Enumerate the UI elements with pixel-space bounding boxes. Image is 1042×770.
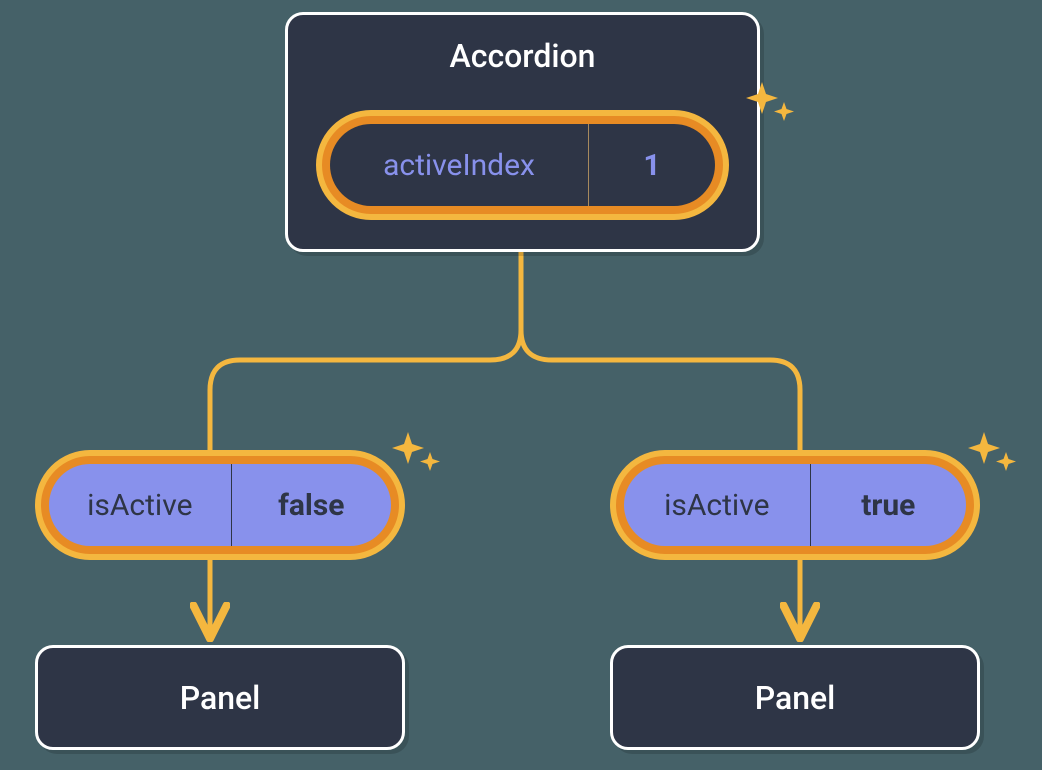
panel-box-left: Panel (35, 645, 405, 750)
panel-box-right: Panel (610, 645, 980, 750)
prop-pill-left: isActive false (35, 450, 405, 560)
panel-label: Panel (613, 679, 977, 717)
state-pill-activeindex: activeIndex 1 (316, 110, 729, 220)
prop-key: isActive (624, 464, 810, 546)
panel-label: Panel (38, 679, 402, 717)
prop-key: isActive (49, 464, 231, 546)
state-key: activeIndex (330, 124, 588, 206)
prop-pill-right: isActive true (610, 450, 980, 560)
sparkle-icon (964, 428, 1020, 484)
accordion-title: Accordion (288, 37, 757, 75)
prop-value: true (810, 464, 966, 546)
prop-value: false (231, 464, 391, 546)
accordion-box: Accordion activeIndex 1 (285, 12, 760, 252)
state-value: 1 (588, 124, 715, 206)
